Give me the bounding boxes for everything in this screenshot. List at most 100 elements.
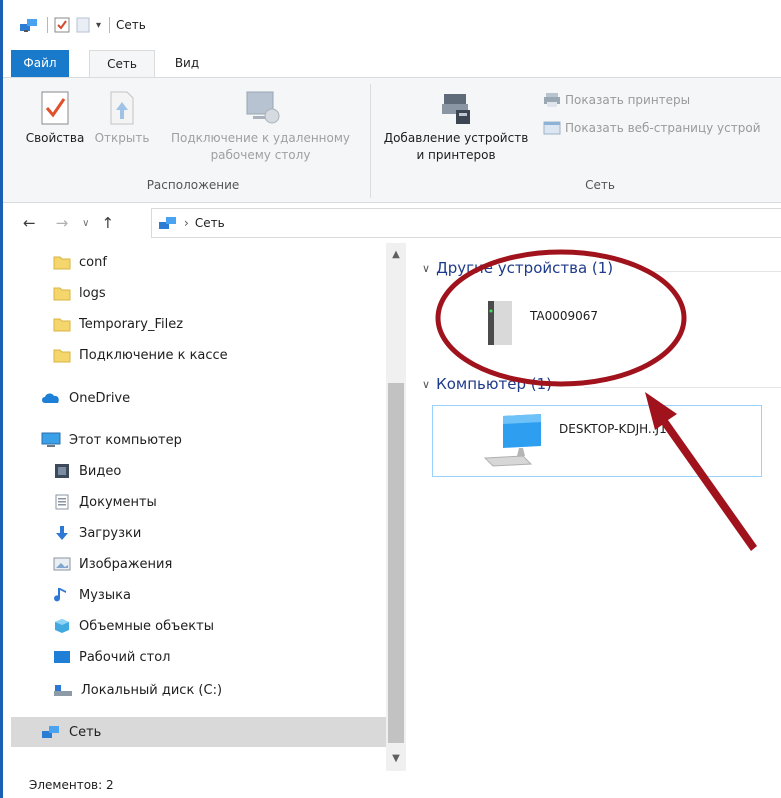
breadcrumb-network[interactable]: Сеть: [195, 216, 225, 230]
cloud-icon: [42, 393, 59, 403]
device-tile-computer[interactable]: DESKTOP-KDJH..J1: [432, 405, 762, 477]
nav-item-label: Рабочий стол: [79, 649, 171, 665]
nav-item-label: Загрузки: [79, 525, 142, 541]
pictures-icon: [53, 557, 71, 571]
drive-icon: [54, 685, 72, 696]
tab-file[interactable]: Файл: [11, 50, 69, 78]
open-icon: [110, 91, 134, 125]
video-icon: [55, 464, 69, 478]
computers-group-header[interactable]: ∨ Компьютер (1): [422, 375, 552, 393]
items-count: Элементов: 2: [29, 777, 114, 792]
ribbon-panel: Свойства Открыть Подключение к удаленном…: [3, 77, 781, 203]
recent-locations-chevron-icon[interactable]: ∨: [82, 218, 89, 229]
properties-button[interactable]: Свойства: [23, 90, 87, 147]
nav-item-label: Музыка: [79, 587, 131, 603]
nav-item-pictures[interactable]: Изображения: [53, 549, 172, 579]
folder-icon: [53, 318, 71, 332]
network-icon: [159, 217, 176, 229]
customize-quick-access-icon[interactable]: ▾: [96, 20, 101, 31]
nav-item-network[interactable]: Сеть: [11, 717, 386, 747]
status-bar: Элементов: 2: [3, 771, 781, 798]
documents-icon: [55, 494, 69, 510]
add-devices-button[interactable]: Добавление устройств и принтеров: [375, 90, 537, 164]
back-arrow-icon[interactable]: ←: [23, 214, 36, 232]
navigation-scrollbar[interactable]: ▲ ▼: [386, 243, 406, 771]
content-pane[interactable]: ∨ Другие устройства (1) TA0009067 ∨ Комп…: [408, 243, 781, 771]
tab-view[interactable]: Вид: [161, 50, 213, 78]
location-group-label: Расположение: [146, 178, 240, 192]
title-bar: ▾ Сеть: [3, 0, 781, 50]
other-devices-header-label: Другие устройства (1): [436, 259, 614, 277]
breadcrumb-chevron-icon[interactable]: ›: [184, 216, 189, 230]
server-device-icon: [488, 301, 512, 345]
properties-icon: [41, 91, 69, 125]
nav-item-3d-objects[interactable]: Объемные объекты: [53, 611, 214, 641]
folder-icon: [53, 349, 71, 363]
collapse-chevron-icon[interactable]: ∨: [422, 378, 430, 391]
open-button[interactable]: Открыть: [90, 90, 154, 147]
nav-item-music[interactable]: Музыка: [53, 580, 131, 610]
nav-item-label: Этот компьютер: [69, 432, 182, 448]
nav-item-onedrive[interactable]: OneDrive: [41, 383, 130, 413]
remote-desktop-icon: [246, 91, 279, 124]
collapse-chevron-icon[interactable]: ∨: [422, 262, 430, 275]
scroll-thumb[interactable]: [388, 383, 404, 743]
nav-item-local-disk[interactable]: Локальный диск (C:): [53, 675, 222, 705]
computers-header-label: Компьютер (1): [436, 375, 552, 393]
nav-item-label: OneDrive: [69, 390, 131, 406]
nav-item-downloads[interactable]: Загрузки: [53, 518, 141, 548]
add-devices-label-line1: Добавление устройств: [383, 131, 529, 145]
desktop-icon: [54, 651, 70, 663]
window-title: Сеть: [116, 18, 146, 32]
nav-item-video[interactable]: Видео: [53, 456, 121, 486]
address-bar[interactable]: › Сеть: [151, 208, 781, 238]
computer-icon: [41, 432, 61, 447]
nav-item-label: Документы: [79, 494, 157, 510]
nav-item-logs[interactable]: logs: [53, 278, 106, 308]
title-separator: [47, 17, 48, 33]
nav-item-label: Объемные объекты: [79, 618, 214, 634]
nav-item-documents[interactable]: Документы: [53, 487, 157, 517]
nav-item-temporary-filez[interactable]: Temporary_Filez: [53, 309, 183, 339]
properties-quick-icon[interactable]: [54, 17, 70, 33]
computer-device-icon: [483, 414, 541, 467]
device-tile-other[interactable]: TA0009067: [482, 297, 682, 361]
device-name-label: TA0009067: [530, 309, 599, 323]
folder-icon: [53, 256, 71, 270]
folder-icon: [53, 287, 71, 301]
nav-item-conf[interactable]: conf: [53, 247, 107, 277]
show-webpage-button[interactable]: Показать веб-страницу устрой: [543, 120, 761, 136]
blank-quick-icon[interactable]: [76, 17, 90, 33]
nav-item-label: Локальный диск (C:): [81, 682, 223, 698]
ribbon-group-separator: [370, 84, 371, 198]
scroll-up-icon[interactable]: ▲: [386, 243, 406, 267]
navigation-pane[interactable]: conf logs Temporary_Filez Подключение к …: [3, 243, 386, 771]
nav-item-this-pc[interactable]: Этот компьютер: [41, 425, 182, 455]
up-arrow-icon[interactable]: ↑: [101, 214, 114, 232]
device-name-label: DESKTOP-KDJH..J1: [559, 422, 667, 436]
nav-item-label: Видео: [79, 463, 122, 479]
network-icon: [42, 726, 59, 738]
add-devices-label-line2: и принтеров: [416, 148, 496, 162]
network-icon[interactable]: [19, 17, 39, 33]
remote-desktop-button[interactable]: Подключение к удаленному рабочему столу: [158, 90, 363, 164]
nav-item-desktop[interactable]: Рабочий стол: [53, 642, 170, 672]
music-icon: [54, 588, 66, 602]
nav-item-label: Изображения: [79, 556, 173, 572]
group-divider: [584, 387, 781, 388]
nav-item-cash-connection[interactable]: Подключение к кассе: [53, 340, 228, 370]
forward-arrow-icon[interactable]: →: [56, 214, 69, 232]
properties-label: Свойства: [25, 131, 85, 145]
tab-network[interactable]: Сеть: [89, 50, 155, 79]
scroll-down-icon[interactable]: ▼: [386, 747, 406, 771]
show-printers-button[interactable]: Показать принтеры: [543, 92, 690, 108]
printers-icon: [544, 93, 560, 107]
other-devices-group-header[interactable]: ∨ Другие устройства (1): [422, 259, 613, 277]
download-icon: [56, 526, 68, 540]
ribbon-tabs: Файл Сеть Вид: [3, 50, 781, 79]
nav-item-label: Подключение к кассе: [79, 347, 228, 363]
3d-objects-icon: [55, 619, 69, 633]
remote-desktop-label-line2: рабочему столу: [210, 148, 311, 162]
nav-item-label: conf: [79, 254, 107, 270]
open-label: Открыть: [94, 131, 150, 145]
